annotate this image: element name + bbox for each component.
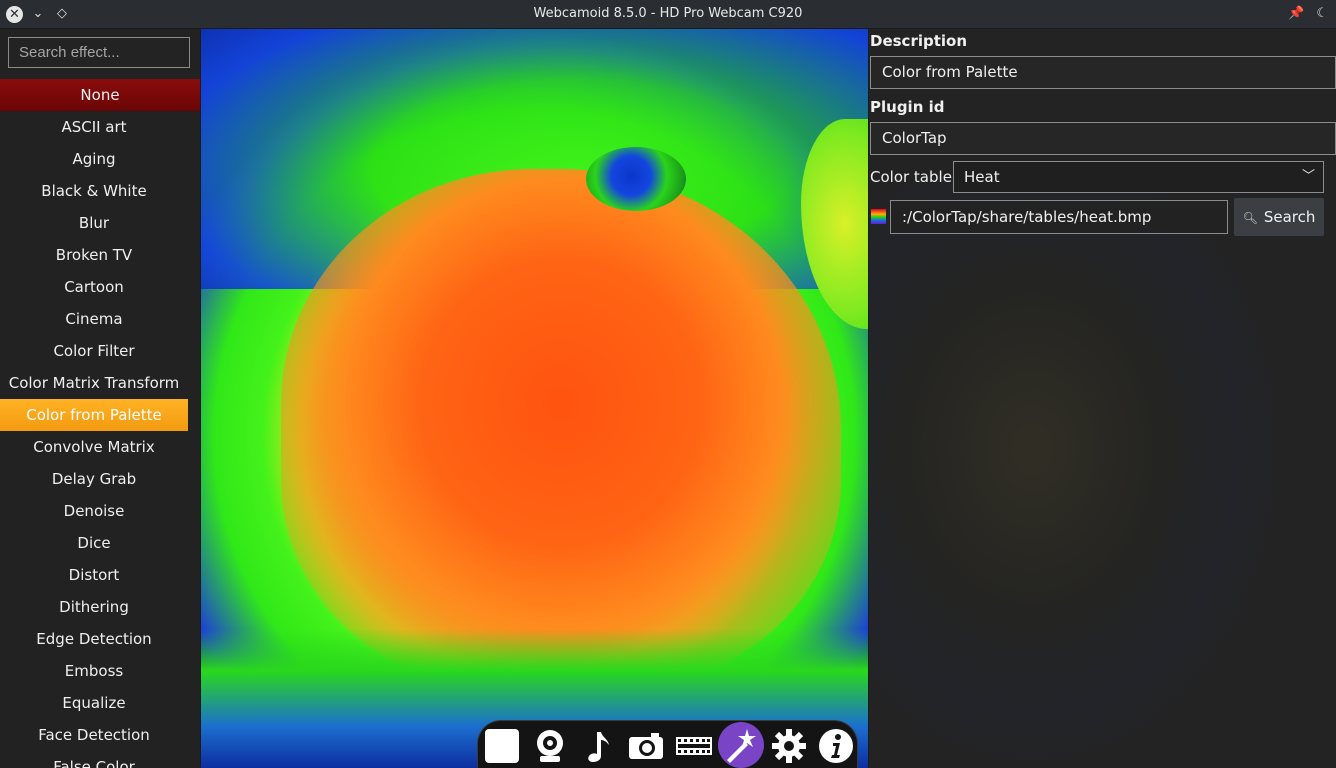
palette-preview-icon (871, 209, 886, 224)
preview-subject-eye (586, 147, 686, 211)
pin-icon[interactable]: 📌 (1288, 5, 1304, 23)
info-icon (819, 729, 853, 763)
title-bar: ✕ ⌄ ◇ Webcamoid 8.5.0 - HD Pro Webcam C9… (0, 0, 1336, 29)
effect-item[interactable]: Distort (0, 559, 188, 591)
effect-item[interactable]: Convolve Matrix (0, 431, 188, 463)
effect-item[interactable]: Broken TV (0, 239, 188, 271)
settings-button[interactable] (768, 725, 810, 767)
film-strip-icon (676, 737, 712, 755)
preview-subject (281, 169, 841, 689)
music-note-icon (588, 732, 609, 762)
color-table-label: Color table (870, 168, 952, 186)
search-effect-input[interactable] (8, 37, 190, 68)
color-table-value: Heat (964, 168, 1000, 186)
effect-item[interactable]: Denoise (0, 495, 188, 527)
audio-button[interactable] (577, 725, 619, 767)
effect-item[interactable]: Color Filter (0, 335, 188, 367)
effect-item[interactable]: Cinema (0, 303, 188, 335)
effect-item[interactable]: False Color (0, 751, 188, 768)
search-button-label: Search (1263, 208, 1316, 226)
effect-item[interactable]: Black & White (0, 175, 188, 207)
camera-icon (629, 733, 663, 759)
effect-item[interactable]: Dice (0, 527, 188, 559)
effect-item[interactable]: Color Matrix Transform (0, 367, 188, 399)
description-label: Description (870, 32, 968, 50)
gear-icon (772, 729, 806, 763)
description-field[interactable]: Color from Palette (870, 56, 1336, 89)
stop-icon (485, 729, 519, 763)
effect-item[interactable]: Equalize (0, 687, 188, 719)
color-table-select[interactable]: Heat ﹀ (953, 161, 1324, 193)
effect-details-panel: Description Color from Palette Plugin id… (869, 29, 1336, 768)
effect-item[interactable]: Emboss (0, 655, 188, 687)
effect-item[interactable]: Aging (0, 143, 188, 175)
about-button[interactable] (815, 725, 857, 767)
plugin-id-field[interactable]: ColorTap (870, 122, 1336, 155)
effect-item[interactable]: Blur (0, 207, 188, 239)
effect-item[interactable]: None (0, 79, 200, 111)
table-path-field[interactable]: :/ColorTap/share/tables/heat.bmp (890, 200, 1228, 234)
search-icon: 🔍︎ (1242, 211, 1258, 225)
webcam-icon (537, 730, 563, 762)
effects-sidebar: NoneASCII artAgingBlack & WhiteBlurBroke… (0, 29, 200, 768)
magic-wand-icon (727, 729, 756, 763)
webcam-button[interactable] (529, 725, 571, 767)
background-reflection (869, 179, 1336, 768)
video-preview (201, 29, 868, 768)
effect-item[interactable]: Color from Palette (0, 399, 188, 431)
window-title: Webcamoid 8.5.0 - HD Pro Webcam C920 (533, 6, 803, 21)
plugin-id-label: Plugin id (870, 98, 945, 116)
effects-button[interactable] (718, 722, 764, 768)
effect-item[interactable]: Cartoon (0, 271, 188, 303)
effects-list: None ASCII art Aging Black & White Blur Broke… (0, 79, 200, 768)
effect-item[interactable]: Dithering (0, 591, 188, 623)
window-controls-right: 📌 ☾ (1288, 5, 1328, 23)
chevron-down-icon: ﹀ (1301, 169, 1315, 184)
effect-item[interactable]: ASCII art (0, 111, 188, 143)
take-photo-button[interactable] (625, 725, 667, 767)
theme-moon-icon[interactable]: ☾ (1316, 5, 1328, 23)
bottom-toolbar (477, 720, 858, 768)
effect-item[interactable]: Delay Grab (0, 463, 188, 495)
stop-button[interactable] (481, 725, 523, 767)
effect-item[interactable]: Face Detection (0, 719, 188, 751)
effect-item[interactable]: Edge Detection (0, 623, 188, 655)
record-video-button[interactable] (673, 725, 715, 767)
preview-subject-detail (801, 119, 868, 329)
search-button[interactable]: 🔍︎ Search (1234, 198, 1324, 236)
